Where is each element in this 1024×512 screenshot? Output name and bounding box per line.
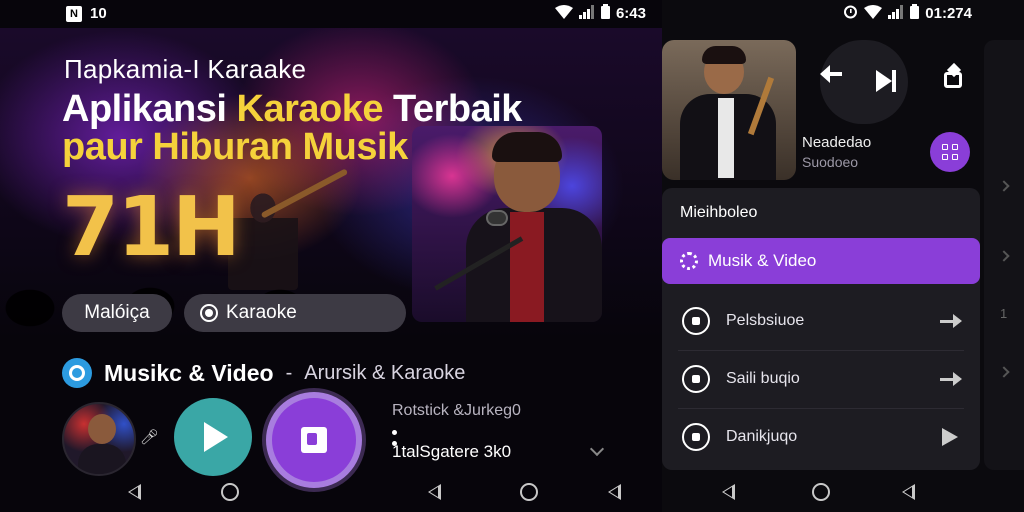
back-icon[interactable] [902,484,915,500]
home-icon[interactable] [812,483,830,501]
menu-header: Mieihboleo [680,204,758,221]
hero-title-text: Terbaik [382,88,522,130]
settings-icon [680,252,698,270]
side-number: 1 [1000,306,1008,321]
arrow-right-icon [940,313,962,328]
hero-title-line-1: Aplikansi Karaoke Terbaik [62,88,522,131]
app-logo-icon [62,358,92,388]
singer-shirt [510,212,544,322]
signal-icon [578,4,595,23]
karaoke-icon [200,304,218,322]
menu-item-2[interactable]: Saili buqio [662,350,980,408]
featured-singer-image[interactable] [412,126,602,322]
chevron-down-icon[interactable] [589,441,605,457]
alarm-icon [843,4,858,23]
hero-title-highlight: paur [62,126,143,168]
track-info-line-1: Rotstick &Jurkeg0 [392,402,521,419]
track-info-line-2: 1talSgatere 3k0 [392,442,512,461]
section-header: Musikc & Video - Arursik & Karaoke [62,358,465,388]
hero-subtitle: Пapkamia-I Karaake [64,54,307,84]
back-icon[interactable] [128,484,141,500]
tools-icon [682,365,710,393]
microphone-icon [486,210,508,226]
play-icon [942,428,958,446]
back-icon[interactable] [428,484,441,500]
clock-text: 01:274 [925,5,972,22]
share-icon[interactable] [944,72,962,88]
singer-hair [492,132,562,162]
home-screen: N 10 6:43 Пapkamia-I Karaake Aplikansi K… [0,0,662,512]
hero-title-line-2: paur Hiburan Musik [62,126,408,169]
hero-title-text: Aplikansi [62,88,237,130]
play-button[interactable] [174,398,252,476]
signal-icon [888,4,904,23]
skip-next-icon[interactable] [876,70,896,92]
menu-panel: Mieihboleo Musik & Video Pelsbsiuoe Sail… [662,188,980,470]
hero-big-number: 71H [62,180,241,275]
battery-icon [600,4,610,23]
notification-icon: N [66,5,82,22]
battery-icon [910,4,920,23]
music-icon [682,423,710,451]
hero-title-highlight: Karaoke [236,88,384,130]
music-note-icon [301,427,327,453]
wifi-icon [864,4,883,23]
menu-item-musik-video[interactable]: Musik & Video [662,238,980,284]
record-icon [682,307,710,335]
home-icon[interactable] [221,483,239,501]
section-title: Musikc & Video [104,359,274,386]
grid-menu-button[interactable] [930,132,970,172]
status-bar: 01:274 [662,0,1024,28]
hero-title-highlight: Hiburan Musik [142,126,408,168]
category-chip-karaoke[interactable]: Karaoke [184,294,406,332]
menu-screen: 01:274 1 Neadedao Suodoeo Mieihboleo Mus… [662,0,1024,512]
arrow-right-icon [940,371,962,386]
home-icon[interactable] [520,483,538,501]
artist-avatar[interactable] [62,402,136,476]
previous-icon[interactable] [820,65,842,83]
mic-icon: 🎤︎ [140,429,160,446]
menu-item-3[interactable]: Danikjuqo [662,408,980,466]
chip-label: Mаlóiça [84,302,150,323]
category-chip-malo[interactable]: Mаlóiça [62,294,172,332]
status-text: 10 [90,5,107,22]
menu-item-1[interactable]: Pelsbsiuoe [662,292,980,350]
now-playing-title: Neadedao [802,134,872,151]
clock-text: 6:43 [615,5,646,22]
chip-label: Karaoke [226,302,297,323]
now-playing-subtitle: Suodoeo [802,154,859,170]
back-icon[interactable] [722,484,735,500]
menu-item-label: Saili buqio [726,370,800,387]
now-playing-artwork[interactable] [662,40,796,180]
menu-item-label: Pelsbsiuoe [726,312,805,329]
section-subtitle: Arursik & Karaoke [304,361,466,384]
wifi-icon [554,4,573,23]
back-icon[interactable] [608,484,621,500]
navigation-bar [0,476,662,512]
menu-item-label: Danikjuqo [726,428,798,445]
status-bar: N 10 6:43 [0,0,662,28]
music-library-button[interactable] [266,392,362,488]
menu-item-label: Musik & Video [708,251,817,270]
section-dash: - [285,361,293,384]
navigation-bar [662,476,1024,512]
